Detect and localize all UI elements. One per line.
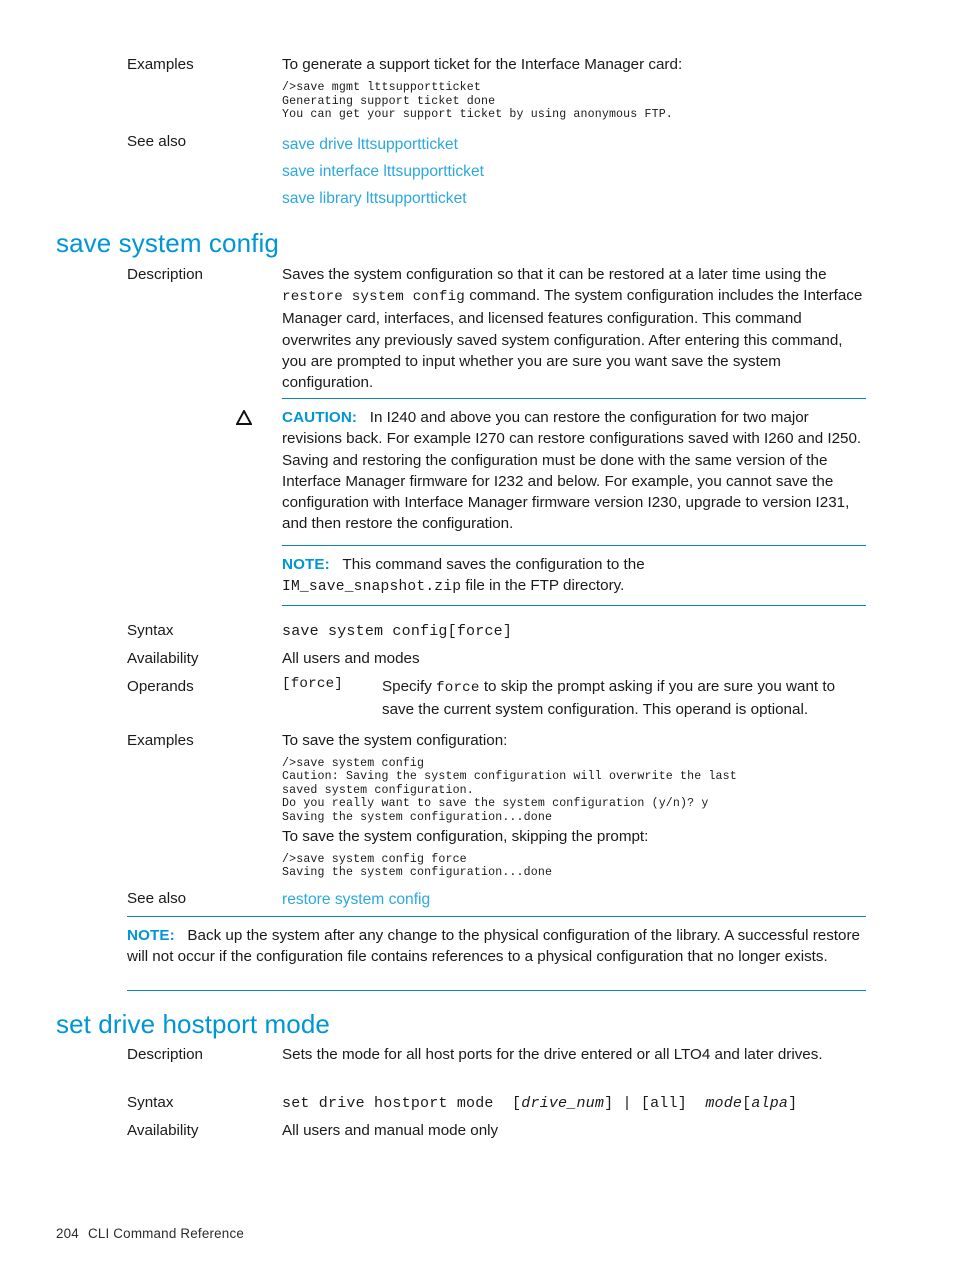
footer-title: CLI Command Reference [87,1226,244,1241]
examples-intro-top: To generate a support ticket for the Int… [282,56,683,73]
page-footer: 204 CLI Command Reference [56,1226,244,1241]
note-block: NOTE: This command saves the configurati… [282,554,866,599]
syntax-token: set drive hostport mode [282,1095,494,1112]
description-value-2: Sets the mode for all host ports for the… [282,1046,823,1063]
description-inline-code-restore-system-config: restore system config [282,289,465,306]
bottom-note-text: NOTE: Back up the system after any chang… [127,925,866,968]
note-keyword: NOTE: [282,556,330,573]
syntax-code-2: set drive hostport mode [drive_num] | [a… [282,1094,798,1112]
syntax-value-2: set drive hostport mode [drive_num] | [a… [282,1092,927,1114]
availability-row-save-system-config: Availability All users and modes [127,648,867,669]
note-rule-bottom [282,605,866,606]
syntax-token: ] [788,1095,798,1112]
see-also-label-top: See also [127,133,187,150]
availability-value-2: All users and manual mode only [282,1122,499,1139]
description-label: Description [127,266,203,283]
operands-inline-code-force: force [436,680,480,696]
syntax-token: alpa [751,1095,789,1112]
examples-label-top: Examples [127,56,194,73]
operands-row-save-system-config: Operands [force] Specify force to skip t… [127,676,867,720]
syntax-token [687,1095,705,1112]
note-text: NOTE: This command saves the configurati… [282,554,866,599]
document-page: Examples To generate a support ticket fo… [0,0,954,1271]
syntax-label: Syntax [127,622,174,639]
link-save-library-lttsupportticket[interactable]: save library lttsupportticket [282,185,867,212]
caution-block: CAUTION: In I240 and above you can resto… [236,407,866,535]
description-row: Description Saves the system configurati… [127,264,867,393]
caution-rule-top [282,398,866,399]
syntax-token: ] [604,1095,614,1112]
syntax-label-2: Syntax [127,1094,174,1111]
see-also-value: restore system config [282,888,867,911]
syntax-token: mode [705,1095,743,1112]
footer-page-number: 204 [56,1226,79,1241]
see-also-links-top: save drive lttsupportticket save interfa… [282,131,867,212]
description-row-set-drive-hostport-mode: Description Sets the mode for all host p… [127,1044,867,1065]
bottom-note-keyword: NOTE: [127,927,175,944]
link-restore-system-config[interactable]: restore system config [282,891,430,908]
bottom-note-rule-top [127,916,866,917]
operands-token: [force] [282,676,343,692]
see-also-row-top: See also save drive lttsupportticket sav… [127,131,867,212]
syntax-code: save system config [282,623,448,640]
availability-value: All users and modes [282,650,420,667]
example2-intro: To save the system configuration, skippi… [282,828,649,845]
heading-set-drive-hostport-mode: set drive hostport mode [56,1009,330,1039]
caution-body-text: In I240 and above you can restore the co… [282,409,862,533]
note-body-text-2: file in the FTP directory. [461,577,625,595]
availability-row-set-drive-hostport-mode: Availability All users and manual mode o… [127,1120,867,1141]
syntax-operand: [force] [447,623,513,640]
examples-value-top: To generate a support ticket for the Int… [282,54,867,75]
description-label-2: Description [127,1046,203,1063]
syntax-token: [ [742,1095,752,1112]
caution-triangle-icon [236,410,252,425]
operands-text-1: Specify [382,678,437,695]
examples-row-save-system-config: Examples To save the system configuratio… [127,730,867,751]
note-rule-top [282,545,866,546]
availability-label: Availability [127,650,199,667]
caution-keyword: CAUTION: [282,409,358,426]
operands-label: Operands [127,678,194,695]
link-save-drive-lttsupportticket[interactable]: save drive lttsupportticket [282,131,867,158]
example1-intro: To save the system configuration: [282,732,508,749]
examples-transcript-top: />save mgmt lttsupportticket Generating … [282,81,673,122]
see-also-section-top: See also save drive lttsupportticket sav… [127,131,867,212]
syntax-token: | [613,1095,641,1112]
note-body-text-1: This command saves the configuration to … [342,556,645,573]
syntax-token [494,1095,512,1112]
examples-section-top: Examples To generate a support ticket fo… [127,54,867,121]
example2-transcript: />save system config force Saving the sy… [282,853,553,880]
syntax-row-save-system-config: Syntax save system config[force] [127,620,867,642]
bottom-note-rule-bottom [127,990,866,991]
examples-label: Examples [127,732,194,749]
see-also-label: See also [127,890,187,907]
description-text-1: Saves the system configuration so that i… [282,266,827,283]
availability-label-2: Availability [127,1122,199,1139]
description-row-save-system-config: Description Saves the system configurati… [127,264,867,393]
description-value: Saves the system configuration so that i… [282,264,867,393]
operands-description: Specify force to skip the prompt asking … [382,676,867,720]
heading-save-system-config: save system config [56,228,279,258]
syntax-token: [all] [640,1095,687,1112]
see-also-row-save-system-config: See also restore system config [127,888,867,911]
link-save-interface-lttsupportticket[interactable]: save interface lttsupportticket [282,158,867,185]
syntax-row-set-drive-hostport-mode: Syntax set drive hostport mode [drive_nu… [127,1092,927,1114]
examples-row-top: Examples To generate a support ticket fo… [127,54,867,75]
syntax-value: save system config[force] [282,620,867,642]
bottom-note-block: NOTE: Back up the system after any chang… [127,925,866,968]
example1-transcript: />save system config Caution: Saving the… [282,757,737,824]
syntax-token: drive_num [521,1095,605,1112]
bottom-note-body-text: Back up the system after any change to t… [127,927,860,966]
caution-text: CAUTION: In I240 and above you can resto… [282,407,866,535]
note-inline-code-im-save-snapshot-zip: IM_save_snapshot.zip [282,579,462,596]
syntax-token: [ [512,1095,522,1112]
